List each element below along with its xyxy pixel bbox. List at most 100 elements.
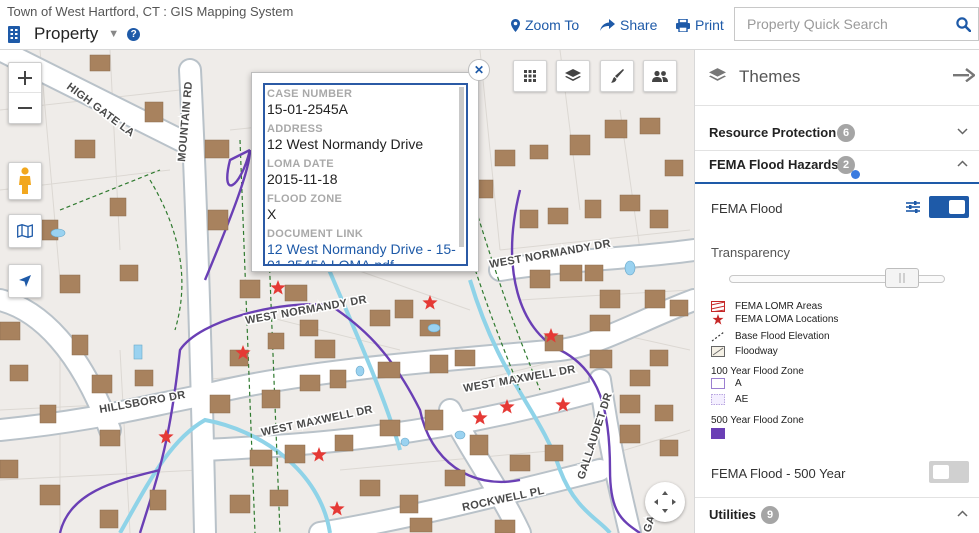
popup-content[interactable]: CASE NUMBER 15-01-2545A ADDRESS 12 West … bbox=[263, 83, 468, 266]
zoom-out-button[interactable] bbox=[9, 93, 41, 123]
brush-icon bbox=[610, 69, 624, 83]
draw-tool-button[interactable] bbox=[600, 60, 634, 92]
street-view-button[interactable] bbox=[8, 162, 42, 200]
zoom-control bbox=[8, 62, 42, 124]
chevron-down-icon[interactable] bbox=[957, 124, 968, 138]
loma-date-value: 2015-11-18 bbox=[267, 171, 338, 187]
flood-zone-value: X bbox=[267, 206, 277, 222]
fullscreen-button[interactable] bbox=[645, 482, 685, 522]
share-icon bbox=[600, 19, 615, 31]
section-utilities[interactable]: Utilities 9 bbox=[695, 500, 979, 532]
map-icon bbox=[17, 224, 33, 238]
layers-icon bbox=[709, 68, 726, 88]
zoom-to-button[interactable]: Zoom To bbox=[511, 16, 579, 34]
dashed-line-icon bbox=[711, 331, 725, 342]
fema-500-toggle[interactable] bbox=[929, 461, 969, 483]
users-tool-button[interactable] bbox=[643, 60, 677, 92]
property-search bbox=[734, 7, 979, 41]
property-search-input[interactable] bbox=[735, 9, 948, 39]
legend-item: AE bbox=[711, 393, 748, 406]
building-icon bbox=[7, 25, 21, 43]
grid-icon bbox=[524, 70, 536, 82]
help-icon[interactable]: ? bbox=[127, 27, 141, 41]
transparency-label: Transparency bbox=[711, 245, 790, 260]
settings-sliders-icon[interactable] bbox=[906, 200, 920, 219]
themes-title: Themes bbox=[739, 67, 801, 86]
loma-info-popup: CASE NUMBER 15-01-2545A ADDRESS 12 West … bbox=[251, 72, 479, 272]
plus-icon bbox=[18, 70, 32, 85]
printer-icon bbox=[676, 18, 690, 32]
themes-header: Themes bbox=[695, 50, 979, 106]
field-label: FLOOD ZONE bbox=[267, 193, 343, 205]
divider bbox=[695, 497, 979, 498]
chevron-up-icon[interactable] bbox=[957, 156, 968, 170]
count-badge: 9 bbox=[761, 506, 779, 524]
zoom-to-label: Zoom To bbox=[525, 17, 580, 33]
locate-button[interactable] bbox=[8, 264, 42, 298]
collapse-arrow-icon[interactable] bbox=[953, 68, 976, 87]
field-label: ADDRESS bbox=[267, 123, 323, 135]
section-title: FEMA Flood Hazards bbox=[709, 157, 839, 172]
legend-item: A bbox=[711, 377, 742, 390]
popup-scrollbar[interactable] bbox=[459, 87, 464, 247]
users-icon bbox=[652, 70, 668, 82]
layer-label-fema-500: FEMA Flood - 500 Year bbox=[711, 466, 846, 481]
field-label: CASE NUMBER bbox=[267, 88, 353, 100]
section-title: Resource Protection bbox=[709, 125, 837, 140]
share-button[interactable]: Share bbox=[600, 16, 657, 34]
section-title: Utilities bbox=[709, 507, 756, 522]
active-section-rule bbox=[695, 182, 979, 184]
themes-panel: Themes Resource Protection 6 FEMA Flood … bbox=[694, 50, 979, 533]
map-marker-icon bbox=[511, 18, 520, 32]
share-label: Share bbox=[620, 17, 658, 33]
minus-icon bbox=[18, 107, 32, 109]
section-resource-protection[interactable]: Resource Protection 6 bbox=[695, 118, 979, 150]
legend-item: FEMA LOMR Areas bbox=[711, 300, 822, 313]
grid-tool-button[interactable] bbox=[513, 60, 547, 92]
loma-star-marker[interactable] bbox=[422, 295, 438, 310]
chevron-up-icon[interactable] bbox=[957, 506, 968, 520]
header: Town of West Hartford, CT : GIS Mapping … bbox=[0, 0, 979, 50]
layer-label-fema-flood: FEMA Flood bbox=[711, 201, 783, 216]
document-link[interactable]: 12 West Normandy Drive - 15-01-2545A LOM… bbox=[267, 241, 464, 264]
section-fema-flood-hazards[interactable]: FEMA Flood Hazards 2 bbox=[695, 150, 979, 182]
pegman-icon bbox=[19, 167, 31, 194]
floodway-swatch bbox=[711, 346, 725, 357]
map-view[interactable]: HIGH GATE LA MOUNTAIN RD WEST NORMANDY D… bbox=[0, 50, 694, 533]
transparency-slider-thumb[interactable] bbox=[884, 268, 919, 288]
module-selector[interactable]: Property ▼ ? bbox=[7, 23, 141, 45]
legend-item: Base Flood Elevation bbox=[711, 330, 830, 343]
popup-close-button[interactable]: ✕ bbox=[468, 59, 490, 81]
gis-app: Town of West Hartford, CT : GIS Mapping … bbox=[0, 0, 979, 533]
field-label: DOCUMENT LINK bbox=[267, 228, 364, 240]
zone-ae-swatch bbox=[711, 394, 725, 405]
legend-item: Floodway bbox=[711, 345, 778, 358]
layers-icon bbox=[565, 69, 581, 81]
move-arrows-icon bbox=[654, 491, 676, 513]
zoom-in-button[interactable] bbox=[9, 63, 41, 93]
field-label: LOMA DATE bbox=[267, 158, 334, 170]
count-badge: 6 bbox=[837, 124, 855, 142]
lomr-area-swatch bbox=[711, 301, 725, 312]
case-number-value: 15-01-2545A bbox=[267, 101, 348, 117]
zone-500-swatch bbox=[711, 428, 725, 439]
print-button[interactable]: Print bbox=[676, 16, 724, 34]
search-icon[interactable] bbox=[948, 9, 978, 39]
legend-group-title: 100 Year Flood Zone bbox=[711, 366, 804, 377]
basemap-button[interactable] bbox=[8, 214, 42, 248]
status-dot bbox=[851, 170, 860, 179]
fema-flood-toggle[interactable] bbox=[929, 196, 969, 218]
layers-tool-button[interactable] bbox=[556, 60, 590, 92]
caret-down-icon[interactable]: ▼ bbox=[108, 28, 119, 40]
legend-item: FEMA LOMA Locations bbox=[711, 313, 838, 326]
print-label: Print bbox=[695, 17, 724, 33]
legend-group-title: 500 Year Flood Zone bbox=[711, 415, 804, 426]
loma-star-marker[interactable] bbox=[329, 501, 345, 516]
star-icon bbox=[712, 314, 724, 325]
close-icon: ✕ bbox=[473, 63, 485, 77]
loma-star-marker[interactable] bbox=[270, 280, 286, 295]
app-title: Town of West Hartford, CT : GIS Mapping … bbox=[7, 4, 294, 19]
module-title: Property bbox=[34, 24, 99, 43]
address-value: 12 West Normandy Drive bbox=[267, 136, 424, 152]
zone-a-swatch bbox=[711, 378, 725, 389]
